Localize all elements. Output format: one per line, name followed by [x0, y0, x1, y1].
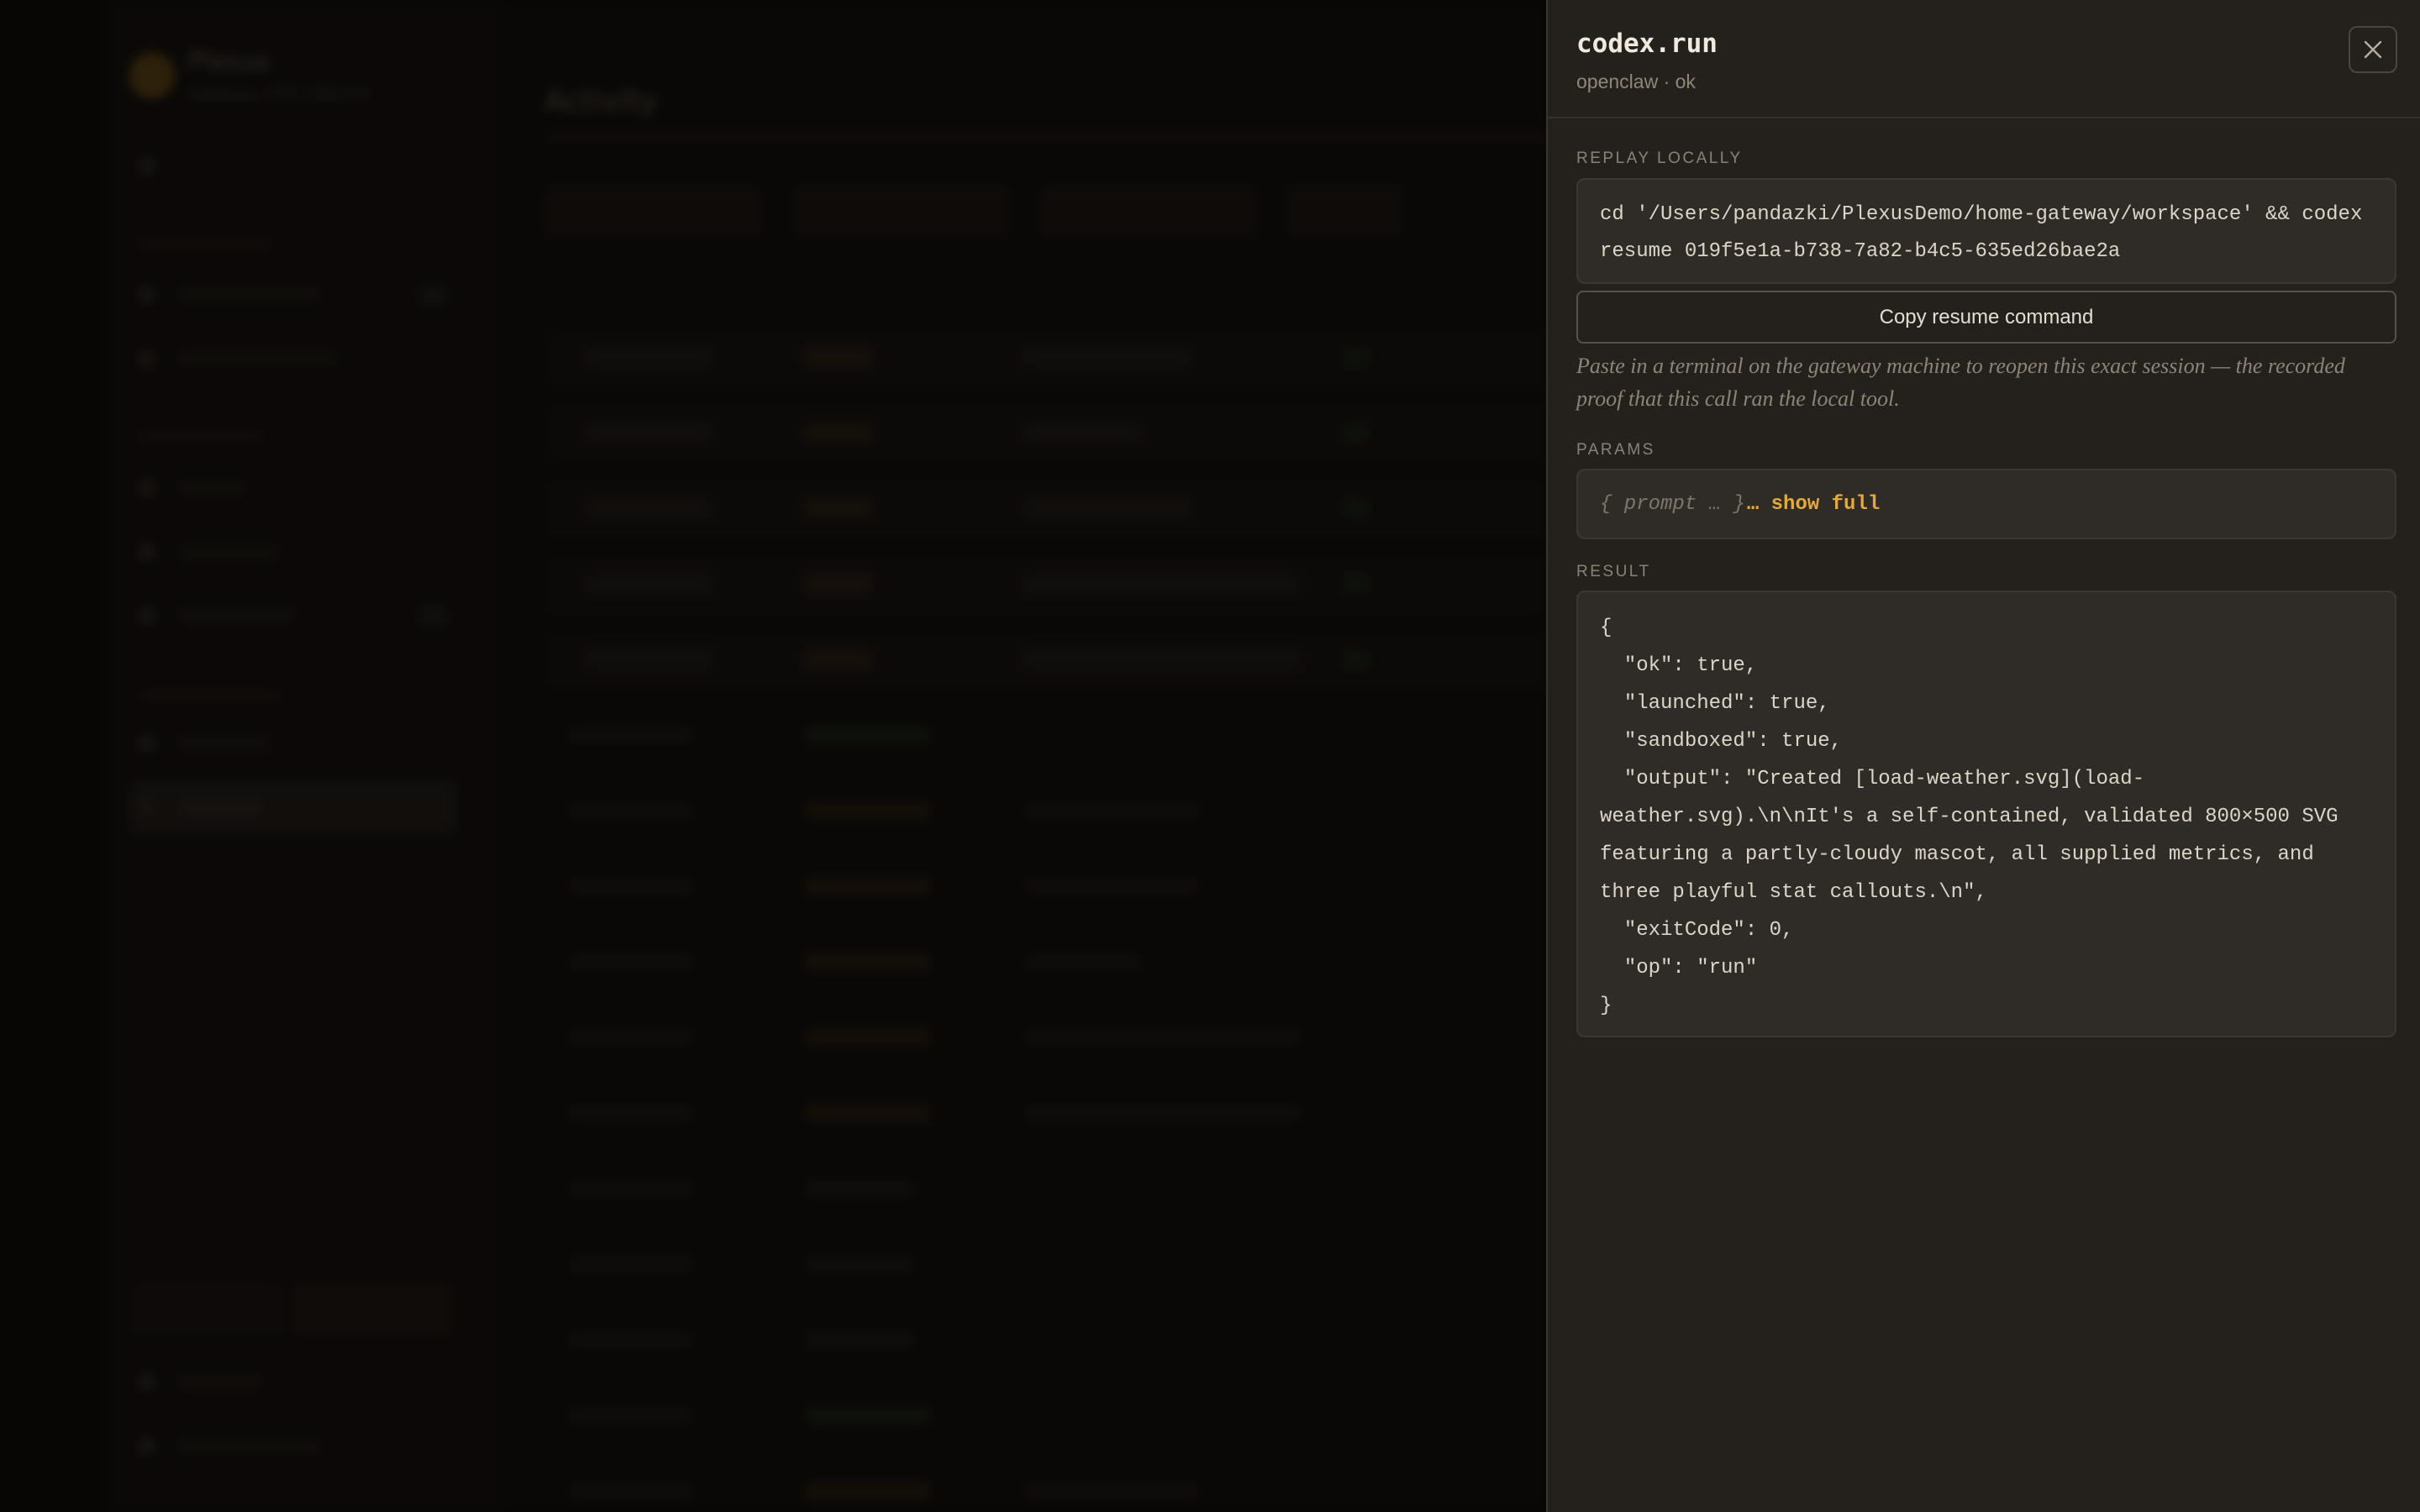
result-json[interactable]: { "ok": true, "launched": true, "sandbox… — [1576, 591, 2396, 1037]
close-button[interactable] — [2349, 26, 2397, 73]
modal-backdrop[interactable] — [0, 0, 1548, 1512]
call-detail-drawer: codex.run openclaw · ok REPLAY LOCALLY c… — [1546, 0, 2420, 1512]
drawer-header: codex.run openclaw · ok — [1548, 0, 2420, 118]
result-section-label: RESULT — [1576, 563, 1651, 580]
show-full-link[interactable]: … show full — [1747, 493, 1880, 516]
params-preview: { prompt … } — [1600, 492, 1745, 516]
close-icon — [2364, 40, 2382, 59]
copy-resume-command-button[interactable]: Copy resume command — [1576, 291, 2396, 344]
params-box: { prompt … } … show full — [1576, 469, 2396, 539]
replay-hint: Paste in a terminal on the gateway machi… — [1576, 354, 2345, 411]
params-section-label: PARAMS — [1576, 441, 1655, 459]
drawer-subtitle: openclaw · ok — [1576, 71, 1696, 92]
resume-command[interactable]: cd '/Users/pandazki/PlexusDemo/home-gate… — [1576, 178, 2396, 284]
replay-section-label: REPLAY LOCALLY — [1576, 150, 1743, 167]
drawer-title: codex.run — [1576, 29, 1718, 59]
